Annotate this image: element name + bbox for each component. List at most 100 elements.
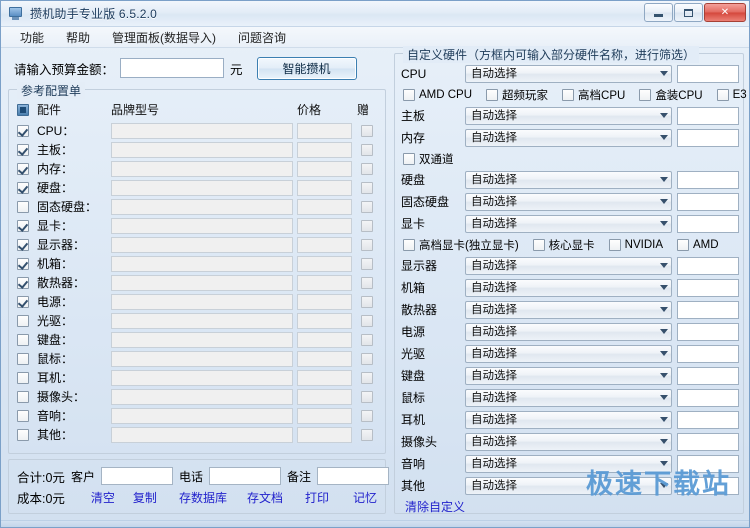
row-select-cell[interactable] xyxy=(15,425,35,444)
hardware-filter-input[interactable] xyxy=(677,279,739,297)
row-gift-cell[interactable] xyxy=(355,140,379,159)
hardware-filter-input[interactable] xyxy=(677,411,739,429)
row-price-cell[interactable] xyxy=(295,330,355,349)
row-checkbox[interactable] xyxy=(17,201,29,213)
hardware-filter-checkbox[interactable] xyxy=(717,89,729,101)
row-checkbox[interactable] xyxy=(17,315,29,327)
row-model-cell[interactable] xyxy=(109,121,295,140)
hardware-filter-checkbox-item[interactable]: NVIDIA xyxy=(609,239,663,251)
row-model-input[interactable] xyxy=(111,313,293,329)
row-price-cell[interactable] xyxy=(295,140,355,159)
row-model-cell[interactable] xyxy=(109,368,295,387)
hardware-filter-input[interactable] xyxy=(677,323,739,341)
row-model-input[interactable] xyxy=(111,256,293,272)
row-model-cell[interactable] xyxy=(109,197,295,216)
row-gift-cell[interactable] xyxy=(355,121,379,140)
row-model-cell[interactable] xyxy=(109,292,295,311)
row-gift-checkbox[interactable] xyxy=(361,163,373,175)
row-price-cell[interactable] xyxy=(295,254,355,273)
hardware-select[interactable]: 自动选择 xyxy=(465,193,672,211)
row-gift-checkbox[interactable] xyxy=(361,296,373,308)
row-price-input[interactable] xyxy=(297,351,352,367)
hardware-filter-input[interactable] xyxy=(677,477,739,495)
row-price-cell[interactable] xyxy=(295,159,355,178)
hardware-filter-checkbox[interactable] xyxy=(533,239,545,251)
hardware-filter-checkbox[interactable] xyxy=(403,89,415,101)
row-gift-cell[interactable] xyxy=(355,387,379,406)
row-gift-cell[interactable] xyxy=(355,292,379,311)
hardware-filter-input[interactable] xyxy=(677,455,739,473)
row-price-input[interactable] xyxy=(297,237,352,253)
print-link[interactable]: 打印 xyxy=(305,489,329,506)
hardware-select[interactable]: 自动选择 xyxy=(465,367,672,385)
row-select-cell[interactable] xyxy=(15,330,35,349)
row-gift-checkbox[interactable] xyxy=(361,125,373,137)
row-model-input[interactable] xyxy=(111,370,293,386)
row-gift-checkbox[interactable] xyxy=(361,201,373,213)
hardware-filter-input[interactable] xyxy=(677,171,739,189)
row-checkbox[interactable] xyxy=(17,258,29,270)
hardware-filter-checkbox-item[interactable]: E3 CPU xyxy=(717,89,750,101)
row-model-cell[interactable] xyxy=(109,235,295,254)
hardware-select[interactable]: 自动选择 xyxy=(465,129,672,147)
row-select-cell[interactable] xyxy=(15,254,35,273)
hardware-select[interactable]: 自动选择 xyxy=(465,107,672,125)
row-checkbox[interactable] xyxy=(17,429,29,441)
row-gift-cell[interactable] xyxy=(355,311,379,330)
hardware-filter-checkbox[interactable] xyxy=(403,239,415,251)
menu-item-admin[interactable]: 管理面板(数据导入) xyxy=(101,27,227,48)
row-price-input[interactable] xyxy=(297,180,352,196)
row-checkbox[interactable] xyxy=(17,163,29,175)
row-model-input[interactable] xyxy=(111,123,293,139)
menu-item-help[interactable]: 帮助 xyxy=(55,27,101,48)
row-price-input[interactable] xyxy=(297,199,352,215)
hardware-filter-input[interactable] xyxy=(677,107,739,125)
clear-custom-link[interactable]: 清除自定义 xyxy=(405,500,465,514)
clear-link[interactable]: 清空 xyxy=(91,489,115,506)
row-price-cell[interactable] xyxy=(295,292,355,311)
row-price-cell[interactable] xyxy=(295,349,355,368)
row-gift-cell[interactable] xyxy=(355,406,379,425)
row-model-input[interactable] xyxy=(111,275,293,291)
row-model-input[interactable] xyxy=(111,389,293,405)
row-model-input[interactable] xyxy=(111,161,293,177)
row-checkbox[interactable] xyxy=(17,391,29,403)
menu-item-function[interactable]: 功能 xyxy=(9,27,55,48)
row-select-cell[interactable] xyxy=(15,178,35,197)
hardware-filter-input[interactable] xyxy=(677,367,739,385)
row-price-input[interactable] xyxy=(297,313,352,329)
row-price-input[interactable] xyxy=(297,142,352,158)
hardware-filter-checkbox[interactable] xyxy=(677,239,689,251)
row-price-input[interactable] xyxy=(297,427,352,443)
memory-link[interactable]: 记忆 xyxy=(353,489,377,506)
row-model-cell[interactable] xyxy=(109,216,295,235)
hardware-select[interactable]: 自动选择 xyxy=(465,477,672,495)
select-all-cell[interactable] xyxy=(15,100,35,121)
save-doc-link[interactable]: 存文档 xyxy=(247,489,283,506)
row-price-input[interactable] xyxy=(297,218,352,234)
row-model-cell[interactable] xyxy=(109,254,295,273)
row-price-input[interactable] xyxy=(297,275,352,291)
row-checkbox[interactable] xyxy=(17,277,29,289)
hardware-filter-input[interactable] xyxy=(677,301,739,319)
row-price-input[interactable] xyxy=(297,161,352,177)
row-gift-checkbox[interactable] xyxy=(361,334,373,346)
row-model-cell[interactable] xyxy=(109,159,295,178)
row-gift-cell[interactable] xyxy=(355,197,379,216)
row-model-cell[interactable] xyxy=(109,349,295,368)
hardware-select[interactable]: 自动选择 xyxy=(465,323,672,341)
hardware-filter-input[interactable] xyxy=(677,389,739,407)
row-select-cell[interactable] xyxy=(15,273,35,292)
hardware-filter-input[interactable] xyxy=(677,345,739,363)
row-gift-checkbox[interactable] xyxy=(361,258,373,270)
hardware-filter-checkbox-item[interactable]: 高档CPU xyxy=(562,87,625,103)
row-model-cell[interactable] xyxy=(109,406,295,425)
copy-link[interactable]: 复制 xyxy=(133,489,157,506)
hardware-select[interactable]: 自动选择 xyxy=(465,65,672,83)
row-gift-checkbox[interactable] xyxy=(361,220,373,232)
hardware-select[interactable]: 自动选择 xyxy=(465,411,672,429)
row-price-cell[interactable] xyxy=(295,368,355,387)
hardware-select[interactable]: 自动选择 xyxy=(465,455,672,473)
row-gift-cell[interactable] xyxy=(355,330,379,349)
row-price-input[interactable] xyxy=(297,408,352,424)
